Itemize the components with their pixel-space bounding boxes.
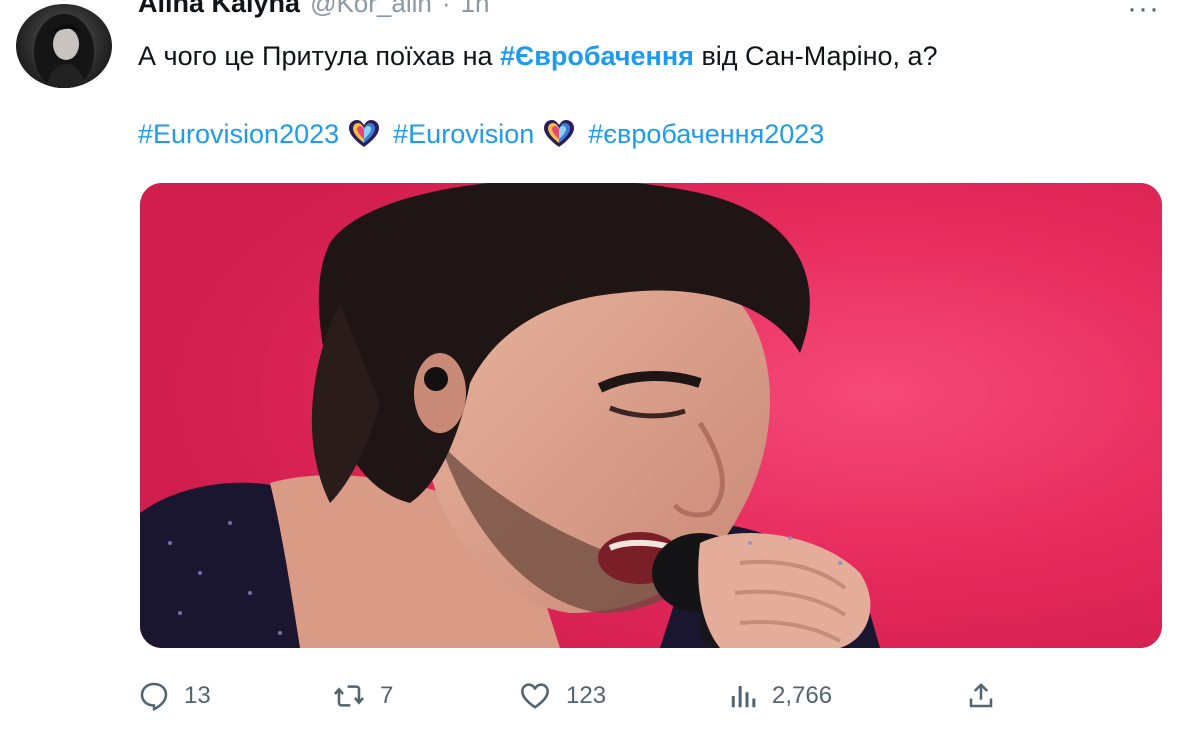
tweet-text-after: від Сан-Маріно, а? xyxy=(693,41,938,71)
tweet-photo[interactable] xyxy=(140,183,1162,648)
hashtag-link-eurovision[interactable]: #Eurovision xyxy=(393,116,534,152)
hashtag-link-eurovision2023[interactable]: #Eurovision2023 xyxy=(138,116,339,152)
eurovision-heart-icon xyxy=(349,120,380,147)
hashtag-row: #Eurovision2023 #Eurovision #євробачення… xyxy=(138,116,824,152)
timestamp[interactable]: 1h xyxy=(461,0,490,19)
share-icon xyxy=(969,683,993,708)
tweet-card[interactable]: Alina Kalyna @Kor_alin · 1h ··· А чого ц… xyxy=(0,0,1200,743)
retweet-icon xyxy=(334,685,364,707)
display-name[interactable]: Alina Kalyna xyxy=(138,0,300,19)
tweet-text: А чого це Притула поїхав на #Євробачення… xyxy=(138,38,938,74)
like-count: 123 xyxy=(566,682,607,709)
separator-dot: · xyxy=(441,0,451,18)
views-icon xyxy=(731,686,756,708)
user-handle[interactable]: @Kor_alin xyxy=(310,0,432,19)
retweet-count: 7 xyxy=(380,682,394,709)
reply-count: 13 xyxy=(184,682,211,709)
views-button[interactable]: 2,766 xyxy=(728,676,832,716)
reply-button[interactable]: 13 xyxy=(138,676,211,716)
more-icon[interactable]: ··· xyxy=(1127,0,1160,24)
share-button[interactable] xyxy=(966,676,996,716)
hashtag-link-evrobachennia[interactable]: #Євробачення xyxy=(500,41,694,71)
eurovision-heart-icon xyxy=(544,120,575,147)
heart-icon xyxy=(521,683,549,709)
avatar[interactable] xyxy=(16,4,112,88)
like-button[interactable]: 123 xyxy=(518,676,606,716)
tweet-actions: 13 7 123 2,766 xyxy=(138,676,1018,716)
reply-icon xyxy=(140,682,168,711)
hashtag-link-evrobachennia2023[interactable]: #євробачення2023 xyxy=(588,116,824,152)
retweet-button[interactable]: 7 xyxy=(332,676,393,716)
tweet-header: Alina Kalyna @Kor_alin · 1h xyxy=(138,0,489,22)
views-count: 2,766 xyxy=(772,682,833,709)
tweet-text-before: А чого це Притула поїхав на xyxy=(138,41,501,71)
singer-photo xyxy=(140,183,1162,648)
